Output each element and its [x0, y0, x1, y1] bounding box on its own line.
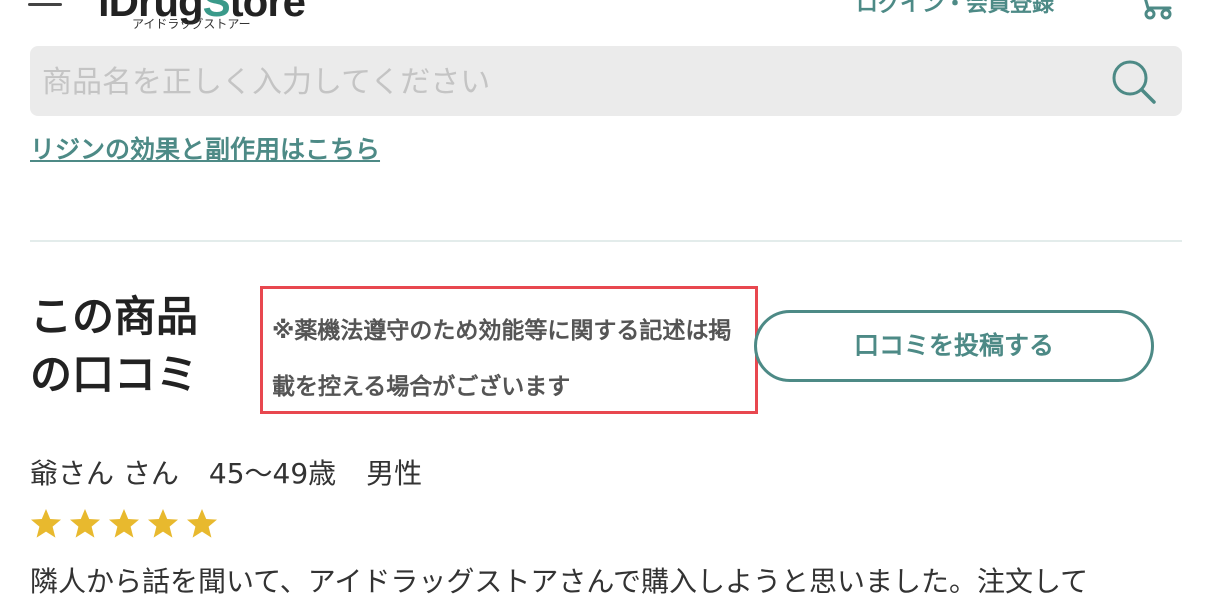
hamburger-menu-icon[interactable] — [28, 0, 62, 6]
reviews-section-title: この商品の口コミ — [30, 292, 199, 399]
review-text: 隣人から話を聞いて、アイドラッグストアさんで購入しようと思いました。注文して — [30, 565, 1089, 598]
search-input[interactable] — [40, 54, 1094, 110]
cart-icon[interactable] — [1136, 0, 1178, 20]
logo-subtitle: アイドラッグストアー — [132, 17, 251, 31]
search-bar — [30, 46, 1182, 116]
post-review-button[interactable]: 口コミを投稿する — [754, 310, 1154, 382]
star-icon — [30, 508, 62, 540]
star-icon — [108, 508, 140, 540]
search-icon[interactable] — [1102, 56, 1160, 108]
login-register-link[interactable]: ログイン・会員登録 — [856, 0, 1054, 18]
legal-notice: ※薬機法遵守のため効能等に関する記述は掲載を控える場合がございます — [260, 286, 758, 414]
star-rating — [30, 508, 225, 548]
star-icon — [186, 508, 218, 540]
logo[interactable]: iDrugStore アイドラッグストアー — [98, 0, 308, 36]
star-icon — [147, 508, 179, 540]
header: iDrugStore アイドラッグストアー ログイン・会員登録 — [0, 0, 1212, 40]
reviewer-info: 爺さん さん 45〜49歳 男性 — [30, 452, 452, 492]
effects-side-effects-link[interactable]: リジンの効果と副作用はこちら — [30, 130, 380, 166]
divider — [30, 240, 1182, 242]
reviewer-age: 45〜49歳 — [208, 457, 337, 490]
reviewer-gender: 男性 — [366, 457, 423, 490]
reviewer-name: 爺さん さん — [30, 457, 179, 490]
star-icon — [69, 508, 101, 540]
legal-notice-text: ※薬機法遵守のため効能等に関する記述は掲載を控える場合がございます — [272, 318, 732, 400]
